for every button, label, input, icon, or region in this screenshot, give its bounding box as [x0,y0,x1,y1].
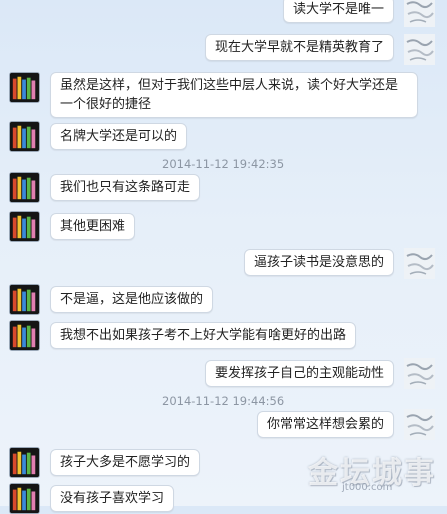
message-bubble: 你常常这样想会累的 [256,411,394,438]
message-bubble: 虽然是这样，但对于我们这些中层人来说，读个好大学还是一个很好的捷径 [50,72,418,118]
avatar-right [404,34,435,65]
message-bubble: 要发挥孩子自己的主观能动性 [204,360,394,387]
avatar-right [404,0,435,27]
avatar-left [9,320,40,351]
message-bubble: 现在大学早就不是精英教育了 [204,34,394,61]
message-bubble: 孩子大多是不愿学习的 [50,449,201,476]
avatar-left [9,211,40,242]
avatar-left [9,284,40,315]
watermark-url: jt000.com [342,482,393,493]
message-bubble: 我们也只有这条路可走 [50,174,201,201]
message-bubble: 逼孩子读书是没意思的 [243,249,394,276]
message-bubble: 名牌大学还是可以的 [50,123,188,150]
avatar-left [9,121,40,152]
avatar-right [404,409,435,440]
watermark-logo: 金坛城事 jt000.com [308,448,440,496]
message-bubble: 我想不出如果孩子考不上好大学能有啥更好的出路 [50,322,357,349]
avatar-left [9,483,40,514]
chat-transcript: 读大学不是唯一 现在大学早就不是精英教育了 虽然是这样，但对于我们这些中层人来说… [0,0,447,514]
message-bubble: 其他更困难 [50,213,136,240]
avatar-left [9,447,40,478]
timestamp: 2014-11-12 19:44:56 [162,394,285,408]
avatar-right [404,358,435,389]
avatar-left [9,172,40,203]
timestamp: 2014-11-12 19:42:35 [162,157,285,171]
avatar-right [404,248,435,279]
message-bubble: 没有孩子喜欢学习 [50,485,175,512]
message-bubble: 不是逼，这是他应该做的 [50,286,214,313]
message-bubble: 读大学不是唯一 [282,0,394,23]
avatar-left [9,72,40,103]
